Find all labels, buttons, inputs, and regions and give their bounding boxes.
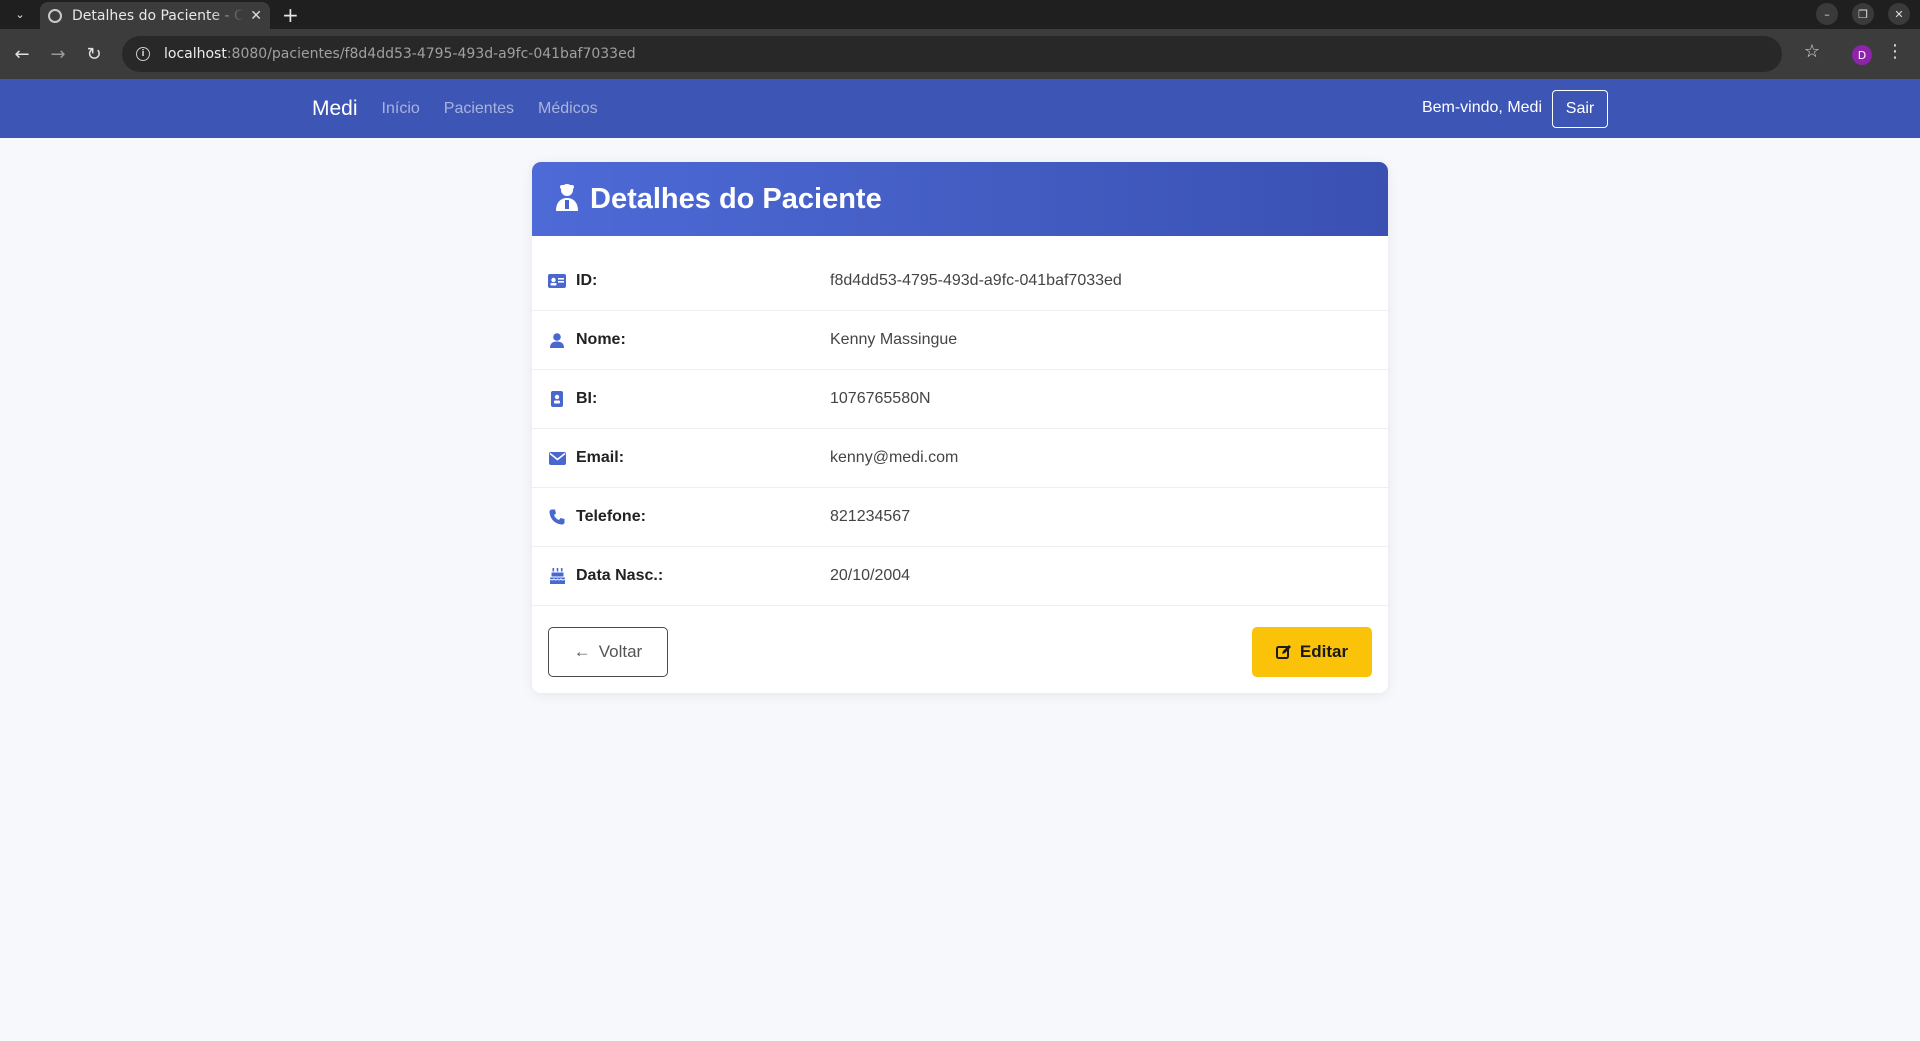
edit-button[interactable]: Editar bbox=[1252, 627, 1372, 677]
forward-arrow-icon[interactable]: → bbox=[44, 40, 72, 68]
bookmark-star-icon[interactable]: ☆ bbox=[1804, 41, 1820, 62]
browser-toolbar: ← → ↻ i localhost:8080/pacientes/f8d4dd5… bbox=[0, 29, 1920, 79]
envelope-icon bbox=[548, 450, 566, 466]
detail-row-id: ID: f8d4dd53-4795-493d-a9fc-041baf7033ed bbox=[532, 252, 1388, 311]
back-button-label: Voltar bbox=[598, 642, 643, 661]
edit-icon bbox=[1275, 645, 1291, 659]
edit-button-label: Editar bbox=[1299, 642, 1349, 661]
card-header: Detalhes do Paciente bbox=[532, 162, 1388, 236]
patient-details-card: Detalhes do Paciente ID: f8d4dd53-4795-4… bbox=[532, 162, 1388, 693]
reload-icon[interactable]: ↻ bbox=[80, 40, 108, 68]
detail-value: f8d4dd53-4795-493d-a9fc-041baf7033ed bbox=[830, 272, 1122, 289]
new-tab-icon[interactable]: + bbox=[282, 5, 299, 25]
id-badge-icon bbox=[548, 391, 566, 407]
user-icon bbox=[548, 332, 566, 348]
detail-label: ID: bbox=[576, 272, 598, 289]
nav-link-medicos[interactable]: Médicos bbox=[538, 100, 598, 118]
details-list: ID: f8d4dd53-4795-493d-a9fc-041baf7033ed… bbox=[532, 252, 1388, 606]
back-button[interactable]: ← Voltar bbox=[548, 627, 668, 677]
detail-label: Data Nasc.: bbox=[576, 567, 664, 584]
profile-avatar[interactable]: D bbox=[1852, 45, 1872, 65]
detail-row-email: Email: kenny@medi.com bbox=[532, 429, 1388, 488]
globe-icon bbox=[48, 8, 62, 23]
minimize-icon[interactable]: – bbox=[1816, 3, 1838, 25]
detail-row-telefone: Telefone: 821234567 bbox=[532, 488, 1388, 547]
detail-label: Email: bbox=[576, 449, 625, 466]
id-card-icon bbox=[548, 273, 566, 289]
browser-menu-icon[interactable]: ⋮ bbox=[1886, 41, 1904, 62]
site-info-icon[interactable]: i bbox=[136, 47, 150, 61]
close-tab-icon[interactable]: ✕ bbox=[250, 8, 262, 24]
arrow-left-icon: ← bbox=[573, 642, 591, 661]
address-bar[interactable]: i localhost:8080/pacientes/f8d4dd53-4795… bbox=[122, 36, 1782, 72]
browser-tab[interactable]: Detalhes do Paciente - C ✕ bbox=[40, 2, 270, 29]
detail-label: Nome: bbox=[576, 331, 626, 348]
detail-value: 821234567 bbox=[830, 508, 911, 525]
browser-tabbar: ⌄ Detalhes do Paciente - C ✕ + – ❐ ✕ bbox=[0, 0, 1920, 29]
detail-row-bi: BI: 1076765580N bbox=[532, 370, 1388, 429]
detail-value: Kenny Massingue bbox=[830, 331, 958, 348]
tab-search-chevron-icon[interactable]: ⌄ bbox=[7, 2, 33, 28]
logout-button[interactable]: Sair bbox=[1552, 90, 1608, 128]
detail-label: BI: bbox=[576, 390, 598, 407]
detail-row-data-nasc: Data Nasc.: 20/10/2004 bbox=[532, 547, 1388, 606]
welcome-text: Bem-vindo, Medi bbox=[1421, 99, 1542, 116]
card-title: Detalhes do Paciente bbox=[590, 182, 882, 215]
detail-label: Telefone: bbox=[576, 508, 646, 525]
birthday-cake-icon bbox=[548, 568, 566, 584]
nav-link-pacientes[interactable]: Pacientes bbox=[444, 100, 514, 118]
tab-title: Detalhes do Paciente - C bbox=[72, 7, 244, 24]
detail-value: 20/10/2004 bbox=[830, 567, 911, 584]
app-navbar: Medi Início Pacientes Médicos Bem-vindo,… bbox=[0, 79, 1920, 138]
back-arrow-icon[interactable]: ← bbox=[8, 40, 36, 68]
brand-logo[interactable]: Medi bbox=[312, 97, 358, 121]
restore-icon[interactable]: ❐ bbox=[1852, 3, 1874, 25]
detail-row-nome: Nome: Kenny Massingue bbox=[532, 311, 1388, 370]
nav-link-inicio[interactable]: Início bbox=[382, 100, 420, 118]
detail-value: kenny@medi.com bbox=[830, 449, 959, 466]
close-window-icon[interactable]: ✕ bbox=[1888, 3, 1910, 25]
url-host: localhost bbox=[164, 46, 227, 62]
phone-icon bbox=[548, 509, 566, 525]
detail-value: 1076765580N bbox=[830, 390, 931, 407]
url-path: :8080/pacientes/f8d4dd53-4795-493d-a9fc-… bbox=[226, 46, 636, 62]
patient-icon bbox=[554, 182, 580, 216]
